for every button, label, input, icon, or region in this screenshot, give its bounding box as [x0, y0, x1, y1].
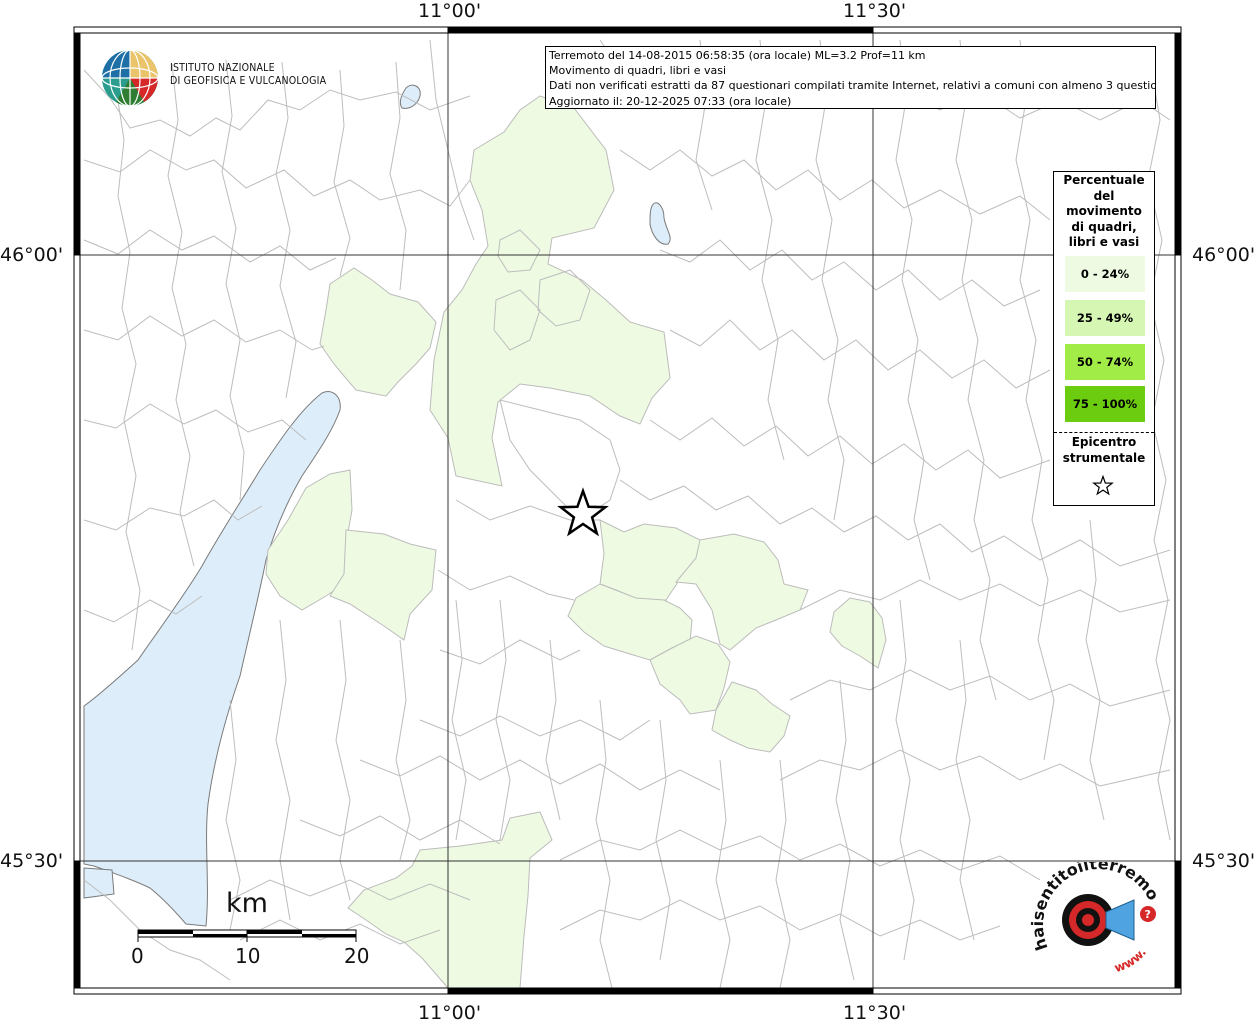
lat-label-left-4530: 45°30' — [0, 850, 64, 872]
lat-label-right-4600: 46°00' — [1192, 244, 1256, 266]
legend-title-line: libri e vasi — [1068, 235, 1140, 249]
legend-star-icon — [1092, 475, 1114, 496]
svg-text:?: ? — [1145, 908, 1151, 921]
legend-title-line: Percentuale — [1063, 173, 1145, 187]
megaphone-icon — [1105, 899, 1135, 941]
haisentito-www: www. — [1113, 945, 1149, 972]
legend-class-50-74: 50 - 74% — [1065, 344, 1145, 380]
scale-tick-10: 10 — [235, 944, 261, 968]
svg-text:www.: www. — [1113, 945, 1149, 972]
ingv-name-line1: ISTITUTO NAZIONALE — [170, 62, 275, 74]
lon-label-bottom-1100: 11°00' — [418, 1002, 482, 1024]
lat-label-right-4530: 45°30' — [1192, 850, 1256, 872]
legend: Percentuale del movimento di quadri, lib… — [1053, 171, 1155, 506]
ingv-name-line2: DI GEOFISICA E VULCANOLOGIA — [170, 75, 327, 87]
legend-class-75-100: 75 - 100% — [1065, 386, 1145, 422]
haisentito-logo: haisentitoilterremoto.it www. ? — [1030, 862, 1163, 972]
legend-epicenter-line: strumentale — [1062, 450, 1146, 465]
info-data-line: Dati non verificati estratti da 87 quest… — [549, 79, 1156, 93]
lon-label-top-1130: 11°30' — [843, 0, 907, 22]
lat-label-left-4600: 46°00' — [0, 244, 64, 266]
info-event-line: Terremoto del 14-08-2015 06:58:35 (ora l… — [549, 49, 926, 62]
info-effect-line: Movimento di quadri, libri e vasi — [549, 64, 727, 78]
legend-separator — [1054, 432, 1154, 433]
legend-title-line: del — [1093, 188, 1115, 203]
info-updated-line: Aggiornato il: 20-12-2025 07:33 (ora loc… — [549, 94, 792, 108]
event-info-box: Terremoto del 14-08-2015 06:58:35 (ora l… — [545, 46, 1156, 109]
ingv-logo-text: ISTITUTO NAZIONALE DI GEOFISICA E VULCAN… — [170, 62, 326, 88]
legend-title-line: movimento — [1066, 204, 1142, 218]
lon-label-bottom-1130: 11°30' — [843, 1002, 907, 1024]
legend-epicenter-line: Epicentro — [1071, 435, 1137, 449]
scale-tick-0: 0 — [131, 944, 144, 968]
legend-epicenter-label: Epicentro strumentale — [1054, 435, 1154, 466]
scale-tick-20: 20 — [344, 944, 370, 968]
lon-label-top-1100: 11°00' — [418, 0, 482, 22]
scale-unit-label: km — [226, 888, 268, 919]
legend-class-0-24: 0 - 24% — [1065, 256, 1145, 292]
legend-title-line: di quadri, — [1071, 219, 1137, 234]
legend-title: Percentuale del movimento di quadri, lib… — [1054, 173, 1154, 251]
globe-icon — [101, 49, 159, 107]
legend-class-25-49: 25 - 49% — [1065, 300, 1145, 336]
